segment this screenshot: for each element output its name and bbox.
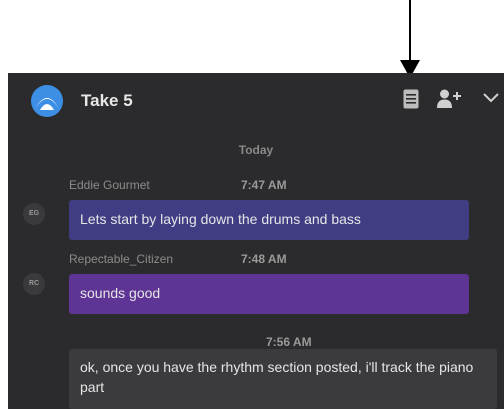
session-title: Take 5	[81, 91, 133, 110]
message-time: 7:48 AM	[241, 252, 287, 266]
notes-icon[interactable]	[403, 89, 419, 109]
chat-header: Take 5	[8, 73, 504, 133]
message-time: 7:56 AM	[266, 335, 312, 349]
message-author: Repectable_Citizen	[69, 252, 174, 266]
message-time: 7:47 AM	[241, 178, 287, 192]
message-bubble[interactable]: Lets start by laying down the drums and …	[69, 200, 469, 240]
chat-panel: Take 5 Today Eddie Gourmet 7:47 AM EG Le…	[8, 73, 504, 409]
chevron-down-icon[interactable]	[482, 91, 500, 105]
message-author: Eddie Gourmet	[69, 178, 150, 192]
add-user-icon[interactable]	[437, 89, 463, 109]
day-divider: Today	[238, 143, 274, 157]
app-logo-icon	[31, 85, 63, 117]
message-bubble[interactable]: ok, once you have the rhythm section pos…	[69, 349, 497, 409]
avatar: EG	[23, 203, 45, 225]
avatar: RC	[23, 273, 45, 295]
message-bubble[interactable]: sounds good	[69, 274, 469, 314]
callout-arrow-line	[409, 0, 411, 64]
